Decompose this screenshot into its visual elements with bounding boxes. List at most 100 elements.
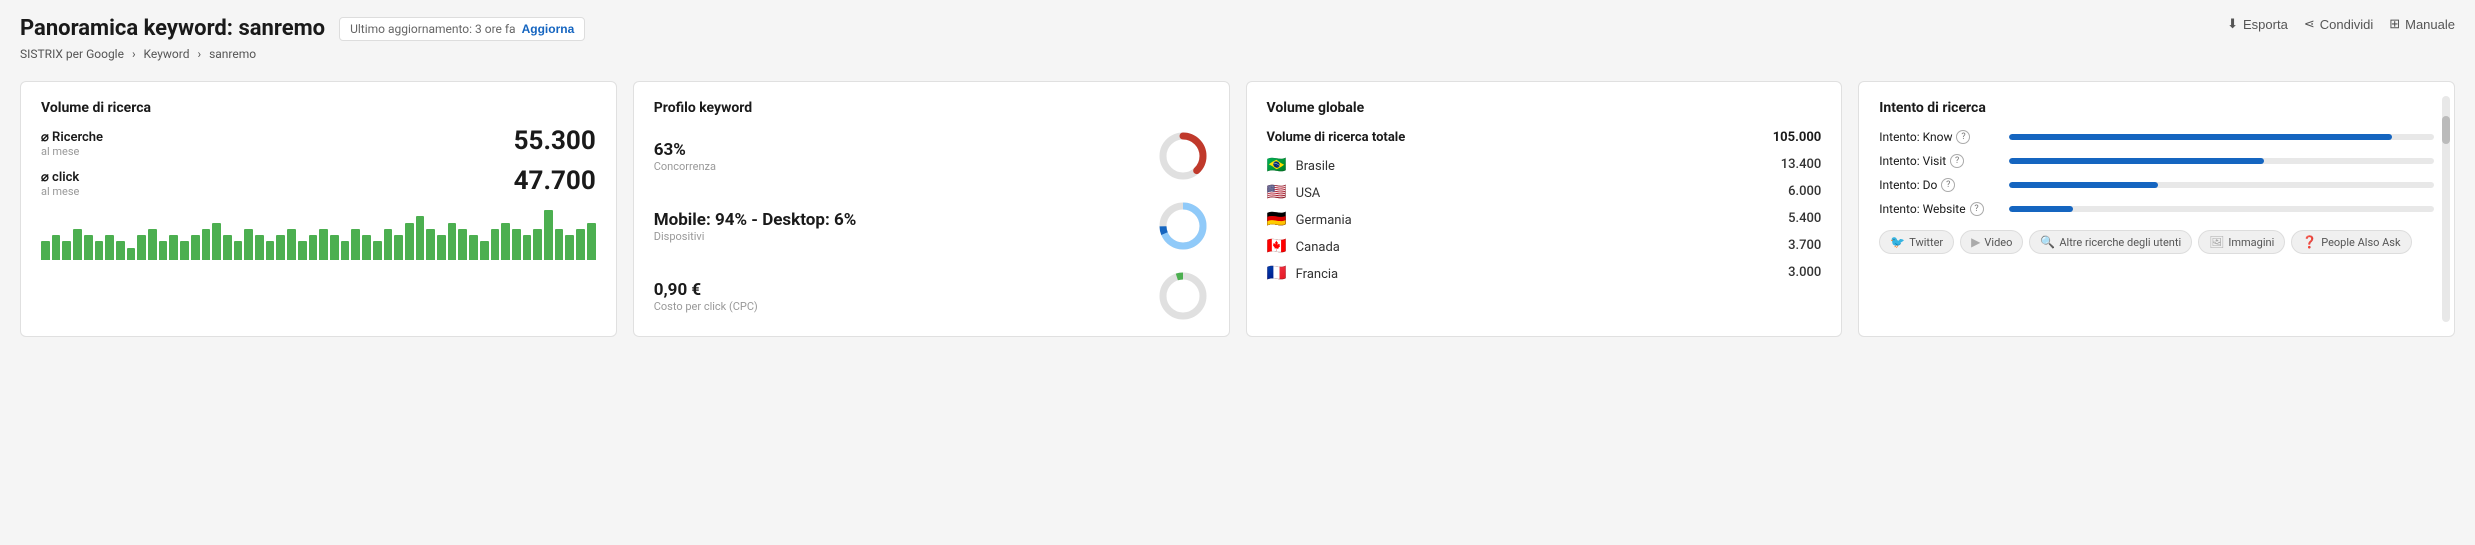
tag-item[interactable]: 🔍 Altre ricerche degli utenti xyxy=(2029,230,2192,254)
tag-label: Altre ricerche degli utenti xyxy=(2059,236,2181,249)
country-flag: 🇫🇷 xyxy=(1267,263,1287,282)
bar-item xyxy=(266,241,275,260)
tag-icon: 🐦 xyxy=(1890,235,1905,249)
toolbar-right: ⬇ Esporta ⋖ Condividi ⊞ Manuale xyxy=(2227,16,2455,32)
volume-ricerca-card: Volume di ricerca ⌀ Ricerche 55.300 al m… xyxy=(20,81,617,337)
aggiorna-button[interactable]: Aggiorna xyxy=(522,22,575,36)
country-name: 🇨🇦 Canada xyxy=(1267,236,1340,255)
bar-item xyxy=(362,235,371,260)
help-icon[interactable]: ? xyxy=(1950,154,1964,168)
bar-item xyxy=(298,241,307,260)
bar-item xyxy=(169,235,178,260)
tag-item[interactable]: 🐦 Twitter xyxy=(1879,230,1954,254)
intento-label: Intento: Know ? xyxy=(1879,130,2009,144)
country-row: 🇨🇦 Canada 3.700 xyxy=(1267,236,1822,255)
bar-item xyxy=(202,229,211,260)
scrollbar-thumb[interactable] xyxy=(2442,116,2450,144)
bar-item xyxy=(255,235,264,260)
country-val: 5.400 xyxy=(1788,211,1821,226)
tag-label: Immagini xyxy=(2228,236,2274,249)
click-label: ⌀ click xyxy=(41,170,79,185)
tag-item[interactable]: ▶ Video xyxy=(1960,230,2023,254)
intento-row: Intento: Do ? xyxy=(1879,178,2434,192)
bar-item xyxy=(491,229,500,260)
bar-item xyxy=(384,229,393,260)
bar-item xyxy=(394,235,403,260)
cpc-label: Costo per click (CPC) xyxy=(654,300,758,313)
country-val: 3.700 xyxy=(1788,238,1821,253)
bar-item xyxy=(533,229,542,260)
intento-label: Intento: Website ? xyxy=(1879,202,2009,216)
cpc-chart xyxy=(1157,270,1209,322)
tag-item[interactable]: ❓ People Also Ask xyxy=(2291,230,2411,254)
share-icon: ⋖ xyxy=(2304,16,2315,32)
country-flag: 🇧🇷 xyxy=(1267,155,1287,174)
ricerche-value: 55.300 xyxy=(514,126,596,156)
bar-item xyxy=(330,235,339,260)
condividi-button[interactable]: ⋖ Condividi xyxy=(2304,16,2373,32)
country-row: 🇺🇸 USA 6.000 xyxy=(1267,182,1822,201)
cpc-val: 0,90 € xyxy=(654,280,758,300)
bar-item xyxy=(73,229,82,260)
bar-item xyxy=(523,235,532,260)
bar-item xyxy=(223,235,232,260)
help-icon[interactable]: ? xyxy=(1956,130,1970,144)
update-text: Ultimo aggiornamento: 3 ore fa xyxy=(350,22,515,36)
global-total-row: Volume di ricerca totale 105.000 xyxy=(1267,130,1822,145)
ricerche-label: ⌀ Ricerche xyxy=(41,130,103,145)
intento-bar-fill xyxy=(2009,158,2264,164)
bar-item xyxy=(191,235,200,260)
tag-icon: 🖼 xyxy=(2209,235,2224,249)
bar-item xyxy=(480,241,489,260)
country-val: 6.000 xyxy=(1788,184,1821,199)
bar-item xyxy=(319,229,328,260)
profilo-keyword-card: Profilo keyword 63% Concorrenza xyxy=(633,81,1230,337)
bar-item xyxy=(458,229,467,260)
country-row: 🇫🇷 Francia 3.000 xyxy=(1267,263,1822,282)
ricerche-sub: al mese xyxy=(41,145,596,158)
help-icon[interactable]: ? xyxy=(1941,178,1955,192)
tag-icon: ▶ xyxy=(1971,235,1980,249)
intento-row: Intento: Website ? xyxy=(1879,202,2434,216)
manuale-button[interactable]: ⊞ Manuale xyxy=(2389,16,2455,32)
tag-icon: 🔍 xyxy=(2040,235,2055,249)
bar-item xyxy=(137,235,146,260)
country-name: 🇧🇷 Brasile xyxy=(1267,155,1335,174)
bar-item xyxy=(309,235,318,260)
volume-bar-chart xyxy=(41,210,596,260)
scrollbar-track[interactable] xyxy=(2442,96,2450,322)
bar-item xyxy=(95,241,104,260)
intento-bar-fill xyxy=(2009,206,2073,212)
intento-label: Intento: Visit ? xyxy=(1879,154,2009,168)
bar-item xyxy=(587,223,596,261)
bar-item xyxy=(544,210,553,260)
tag-label: Twitter xyxy=(1909,236,1943,249)
click-sub: al mese xyxy=(41,185,596,198)
esporta-button[interactable]: ⬇ Esporta xyxy=(2227,16,2288,32)
bar-item xyxy=(52,235,61,260)
concorrenza-chart xyxy=(1157,130,1209,182)
country-row: 🇩🇪 Germania 5.400 xyxy=(1267,209,1822,228)
bar-item xyxy=(116,241,125,260)
intento-label: Intento: Do ? xyxy=(1879,178,2009,192)
intento-bar-fill xyxy=(2009,134,2391,140)
country-flag: 🇺🇸 xyxy=(1267,182,1287,201)
concorrenza-label: Concorrenza xyxy=(654,160,716,173)
click-value: 47.700 xyxy=(514,166,596,196)
tag-label: Video xyxy=(1984,236,2012,249)
concorrenza-pct: 63% xyxy=(654,140,716,160)
tag-item[interactable]: 🖼 Immagini xyxy=(2198,230,2285,254)
intento-bar-fill xyxy=(2009,182,2158,188)
bar-item xyxy=(565,235,574,260)
volume-globale-title: Volume globale xyxy=(1267,100,1822,116)
bar-item xyxy=(576,229,585,260)
country-flag: 🇩🇪 xyxy=(1267,209,1287,228)
country-val: 13.400 xyxy=(1781,157,1822,172)
intento-row: Intento: Know ? xyxy=(1879,130,2434,144)
bar-item xyxy=(276,235,285,260)
country-flag: 🇨🇦 xyxy=(1267,236,1287,255)
dispositivi-pct: Mobile: 94% - Desktop: 6% xyxy=(654,210,857,230)
help-icon[interactable]: ? xyxy=(1970,202,1984,216)
bar-item xyxy=(62,241,71,260)
intento-list: Intento: Know ? Intento: Visit ? Intento… xyxy=(1879,130,2434,216)
